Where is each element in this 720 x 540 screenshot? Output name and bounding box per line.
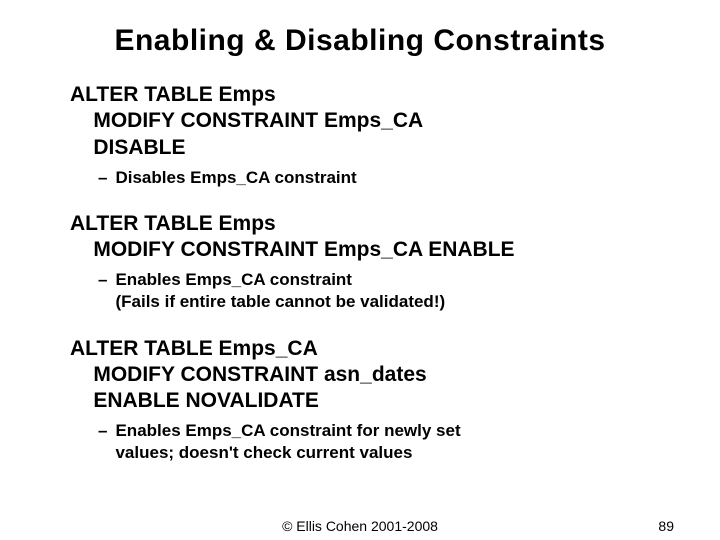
note-text: Disables Emps_CA constraint <box>115 167 356 189</box>
note-row: – Disables Emps_CA constraint <box>98 167 670 189</box>
code-block-1: ALTER TABLE Emps MODIFY CONSTRAINT Emps_… <box>70 82 670 189</box>
code-snippet: ALTER TABLE Emps_CA MODIFY CONSTRAINT as… <box>70 336 670 415</box>
bullet-dash: – <box>98 167 107 189</box>
bullet-dash: – <box>98 420 107 464</box>
code-block-2: ALTER TABLE Emps MODIFY CONSTRAINT Emps_… <box>70 211 670 314</box>
note-row: – Enables Emps_CA constraint for newly s… <box>98 420 670 464</box>
slide: Enabling & Disabling Constraints ALTER T… <box>0 0 720 540</box>
note-row: – Enables Emps_CA constraint (Fails if e… <box>98 269 670 313</box>
code-snippet: ALTER TABLE Emps MODIFY CONSTRAINT Emps_… <box>70 211 670 264</box>
code-snippet: ALTER TABLE Emps MODIFY CONSTRAINT Emps_… <box>70 82 670 161</box>
code-block-3: ALTER TABLE Emps_CA MODIFY CONSTRAINT as… <box>70 336 670 465</box>
bullet-dash: – <box>98 269 107 313</box>
copyright-text: © Ellis Cohen 2001-2008 <box>0 518 720 534</box>
page-number: 89 <box>658 518 674 534</box>
note-text: Enables Emps_CA constraint (Fails if ent… <box>115 269 445 313</box>
slide-title: Enabling & Disabling Constraints <box>30 24 690 58</box>
note-text: Enables Emps_CA constraint for newly set… <box>115 420 460 464</box>
